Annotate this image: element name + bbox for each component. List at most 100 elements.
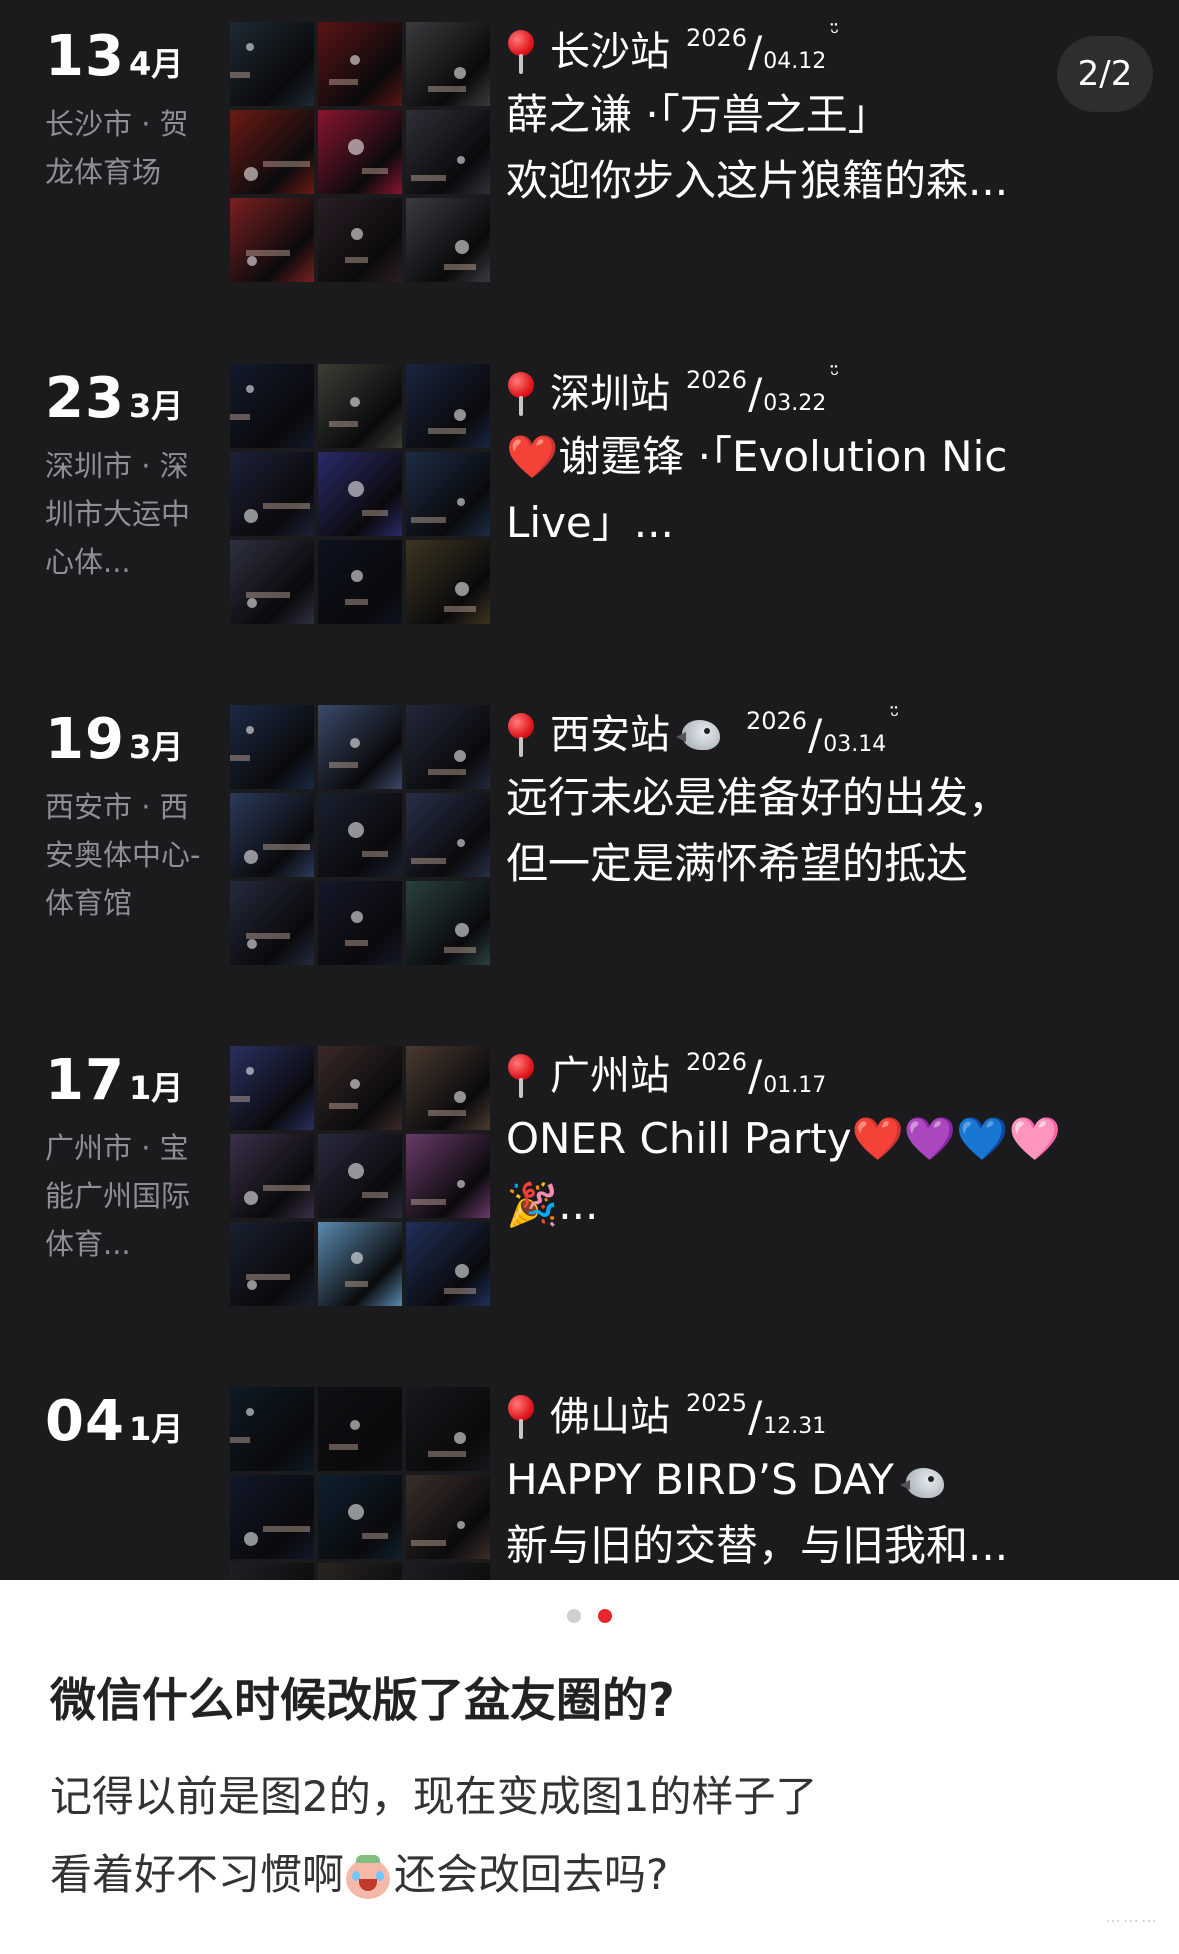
photo-thumbnail[interactable] <box>406 793 490 877</box>
photo-thumbnail[interactable] <box>230 793 314 877</box>
photo-thumbnail[interactable] <box>406 1222 490 1306</box>
photo-thumbnail[interactable] <box>230 540 314 624</box>
photo-thumbnail[interactable] <box>230 1046 314 1130</box>
post-monthday: 03.14 <box>823 732 887 757</box>
photo-thumbnail[interactable] <box>406 22 490 106</box>
photo-thumbnail[interactable] <box>318 364 402 448</box>
photo-thumbnail-art <box>230 1067 254 1102</box>
photo-thumbnail[interactable] <box>406 540 490 624</box>
photo-thumbnail[interactable] <box>318 1046 402 1130</box>
post-monthday: 04.12 <box>763 49 827 74</box>
photo-thumbnail[interactable] <box>318 22 402 106</box>
photo-thumbnail[interactable] <box>318 1134 402 1218</box>
moment-text[interactable]: 西安站 2026/03.14 ᵕ̈ 远行未必是准备好的出发， 但一定是满怀希望的抵… <box>506 704 1106 897</box>
moment-text[interactable]: 佛山站 2025/12.31 HAPPY BIRD’S DAY 新与旧的交替，与… <box>506 1387 1106 1579</box>
photo-thumbnail-art <box>411 1521 465 1546</box>
photo-grid[interactable] <box>230 364 490 624</box>
photo-thumbnail-art <box>411 498 465 523</box>
post-monthday: 03.22 <box>763 391 827 416</box>
post-body-line-2: 看着好不习惯啊 还会改回去吗? <box>50 1836 817 1914</box>
photo-thumbnail-art <box>329 55 360 85</box>
station-line: 广州站 2026/01.17 <box>506 1046 1106 1106</box>
photo-thumbnail[interactable] <box>318 452 402 536</box>
carousel-dot-2[interactable] <box>598 1609 613 1623</box>
smile-glyph: ᵕ̈ <box>830 363 840 388</box>
photo-thumbnail[interactable] <box>230 1475 314 1559</box>
post-body-line-1: 记得以前是图2的，现在变成图1的样子了 <box>50 1772 818 1821</box>
photo-thumbnail-art <box>348 1504 388 1539</box>
carousel-dot-1[interactable] <box>566 1609 581 1623</box>
photo-thumbnail[interactable] <box>230 110 314 194</box>
station-name: 佛山站 <box>550 1394 670 1440</box>
moment-line-2: 🎉... <box>506 1180 599 1229</box>
photo-thumbnail[interactable] <box>406 1387 490 1471</box>
location-text: 西安市 · 西安奥体中心-体育馆 <box>45 790 201 920</box>
carousel-dots[interactable] <box>0 1608 1179 1627</box>
photo-thumbnail[interactable] <box>318 1563 402 1580</box>
location-pin-icon <box>506 370 536 418</box>
date-day: 19 <box>45 707 125 772</box>
post-monthday: 01.17 <box>763 1073 827 1098</box>
photo-thumbnail[interactable] <box>230 364 314 448</box>
photo-thumbnail-art <box>329 1079 360 1109</box>
photo-thumbnail[interactable] <box>406 1563 490 1580</box>
photo-thumbnail[interactable] <box>406 1046 490 1130</box>
photo-thumbnail[interactable] <box>406 881 490 965</box>
photo-thumbnail[interactable] <box>318 540 402 624</box>
photo-thumbnail[interactable] <box>230 881 314 965</box>
photo-thumbnail[interactable] <box>318 1387 402 1471</box>
photo-thumbnail[interactable] <box>318 110 402 194</box>
photo-thumbnail[interactable] <box>230 1222 314 1306</box>
moment-entry[interactable]: 04 1月 佛山站 2025 / 12.31 HAPPY BIRD’S DAY … <box>0 1387 1179 1580</box>
photo-thumbnail-art <box>244 1526 310 1546</box>
photo-thumbnail[interactable] <box>318 1475 402 1559</box>
date-slash: / <box>808 710 823 759</box>
post-year: 2026 <box>686 1048 748 1076</box>
date-slash: / <box>748 369 763 418</box>
photo-thumbnail[interactable] <box>406 198 490 282</box>
photo-thumbnail[interactable] <box>230 198 314 282</box>
photo-thumbnail-art <box>345 911 368 946</box>
photo-thumbnail-art <box>230 385 254 420</box>
moment-line-1-text: 薛之谦 ·「万兽之王」 <box>506 90 890 139</box>
photo-thumbnail[interactable] <box>318 198 402 282</box>
moment-entry[interactable]: 19 3月 西安市 · 西安奥体中心-体育馆 西安站 2026 / 03.14 … <box>0 704 1179 1005</box>
photo-thumbnail[interactable] <box>318 705 402 789</box>
photo-thumbnail[interactable] <box>230 1134 314 1218</box>
photo-thumbnail[interactable] <box>318 793 402 877</box>
moment-text[interactable]: 深圳站 2026/03.22 ᵕ̈ ❤️谢霆锋 ·「Evolution Nic L… <box>506 363 1106 556</box>
moment-entry[interactable]: 23 3月 深圳市 · 深圳市大运中心体... 深圳站 2026 / 03.22… <box>0 363 1179 664</box>
moment-entry[interactable]: 13 4月 长沙市 · 贺龙体育场 长沙站 2026 / 04.12 ᵕ̈ 薛之… <box>0 21 1179 322</box>
moment-line-2: 欢迎你步入这片狼籍的森... <box>506 156 1009 205</box>
photo-thumbnail[interactable] <box>406 705 490 789</box>
photo-thumbnail-art <box>345 1252 368 1287</box>
photo-thumbnail[interactable] <box>406 110 490 194</box>
moment-text[interactable]: 广州站 2026/01.17 ONER Chill Party❤️💜💙🩷 🎉..… <box>506 1046 1106 1238</box>
photo-thumbnail[interactable] <box>318 1222 402 1306</box>
moment-date: 17 1月 广州市 · 宝能广州国际体育... <box>45 1046 215 1268</box>
location-text: 深圳市 · 深圳市大运中心体... <box>45 449 191 579</box>
photo-thumbnail-art <box>411 156 465 181</box>
moment-text[interactable]: 长沙站 2026/04.12 ᵕ̈ 薛之谦 ·「万兽之王」 欢迎你步入这片狼籍的森… <box>506 21 1106 214</box>
photo-thumbnail[interactable] <box>230 1387 314 1471</box>
photo-thumbnail[interactable] <box>230 705 314 789</box>
post-year: 2026 <box>686 24 748 52</box>
photo-grid[interactable] <box>230 22 490 282</box>
moment-entry[interactable]: 17 1月 广州市 · 宝能广州国际体育... 广州站 2026 / 01.17… <box>0 1046 1179 1346</box>
photo-thumbnail[interactable] <box>230 22 314 106</box>
photo-thumbnail[interactable] <box>406 1134 490 1218</box>
photo-thumbnail[interactable] <box>406 452 490 536</box>
photo-thumbnail-art <box>411 1180 465 1205</box>
location-text: 长沙市 · 贺龙体育场 <box>45 107 189 189</box>
photo-grid[interactable] <box>230 1387 490 1580</box>
photo-grid[interactable] <box>230 705 490 965</box>
photo-thumbnail[interactable] <box>406 1475 490 1559</box>
watermark-icon: ⋯⋯⋯ <box>1105 1911 1159 1930</box>
photo-thumbnail[interactable] <box>406 364 490 448</box>
photo-grid[interactable] <box>230 1046 490 1306</box>
photo-thumbnail-art <box>246 592 290 608</box>
date-slash: / <box>748 1051 763 1100</box>
photo-thumbnail[interactable] <box>230 452 314 536</box>
photo-thumbnail[interactable] <box>230 1563 314 1580</box>
photo-thumbnail[interactable] <box>318 881 402 965</box>
